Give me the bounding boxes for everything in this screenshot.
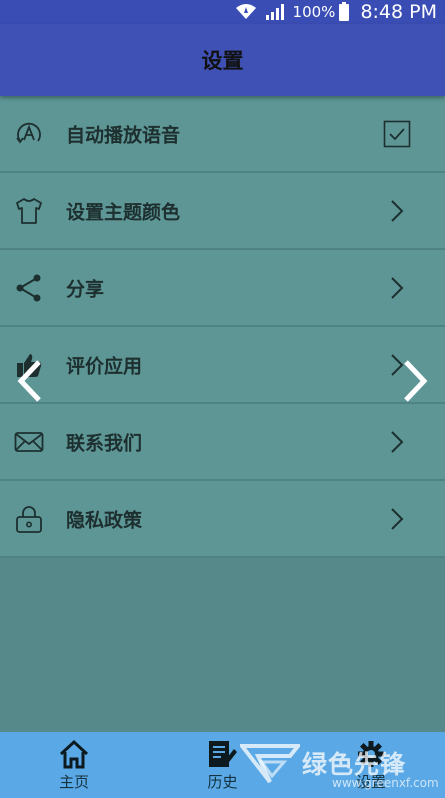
battery-icon (338, 2, 350, 22)
history-icon (205, 738, 239, 770)
auto-play-voice-icon (14, 119, 44, 149)
settings-item-label: 分享 (66, 278, 105, 300)
wifi-icon (235, 3, 257, 21)
chevron-right-icon (400, 359, 430, 407)
nav-label: 历史 (207, 773, 238, 791)
share-icon (14, 273, 44, 303)
tshirt-icon (14, 196, 44, 226)
chevron-right-icon (383, 197, 411, 225)
chevron-right-icon (383, 274, 411, 302)
settings-item-share[interactable]: 分享 (0, 250, 445, 327)
settings-item-theme-color[interactable]: 设置主题颜色 (0, 173, 445, 250)
battery-percent: 100% (292, 3, 336, 21)
page-title: 设置 (201, 49, 244, 73)
status-bar: 100% 8:48 PM (0, 0, 445, 24)
home-icon (57, 738, 91, 770)
settings-item-rate-app[interactable]: 评价应用 (0, 327, 445, 404)
settings-item-label: 自动播放语音 (66, 124, 181, 146)
chevron-right-icon (383, 505, 411, 533)
nav-item-history[interactable]: 历史 (148, 732, 296, 798)
chevron-left-icon (15, 359, 45, 407)
chevron-right-icon (383, 428, 411, 456)
nav-label: 设置 (355, 773, 386, 791)
bottom-nav: 主页 历史 设置 (0, 732, 445, 798)
settings-item-label: 评价应用 (66, 355, 143, 377)
settings-item-auto-play-voice[interactable]: 自动播放语音 (0, 96, 445, 173)
mail-icon (14, 427, 44, 457)
settings-item-contact-us[interactable]: 联系我们 (0, 404, 445, 481)
gear-icon (354, 738, 388, 770)
nav-item-home[interactable]: 主页 (0, 732, 148, 798)
status-clock: 8:48 PM (360, 1, 437, 23)
settings-item-label: 设置主题颜色 (66, 201, 181, 223)
settings-item-privacy-policy[interactable]: 隐私政策 (0, 481, 445, 558)
carousel-prev-button[interactable] (10, 360, 50, 406)
settings-item-label: 联系我们 (66, 432, 143, 454)
nav-item-settings[interactable]: 设置 (297, 732, 445, 798)
carousel-next-button[interactable] (395, 360, 435, 406)
settings-item-label: 隐私政策 (66, 509, 143, 531)
app-header: 设置 (0, 24, 445, 96)
signal-icon (265, 3, 285, 21)
lock-icon (14, 504, 44, 534)
nav-label: 主页 (59, 773, 90, 791)
auto-play-checkbox[interactable] (383, 120, 411, 148)
settings-list: 自动播放语音 设置主题颜色 分享 评价应用 联系我们 隐私政策 (0, 96, 445, 558)
